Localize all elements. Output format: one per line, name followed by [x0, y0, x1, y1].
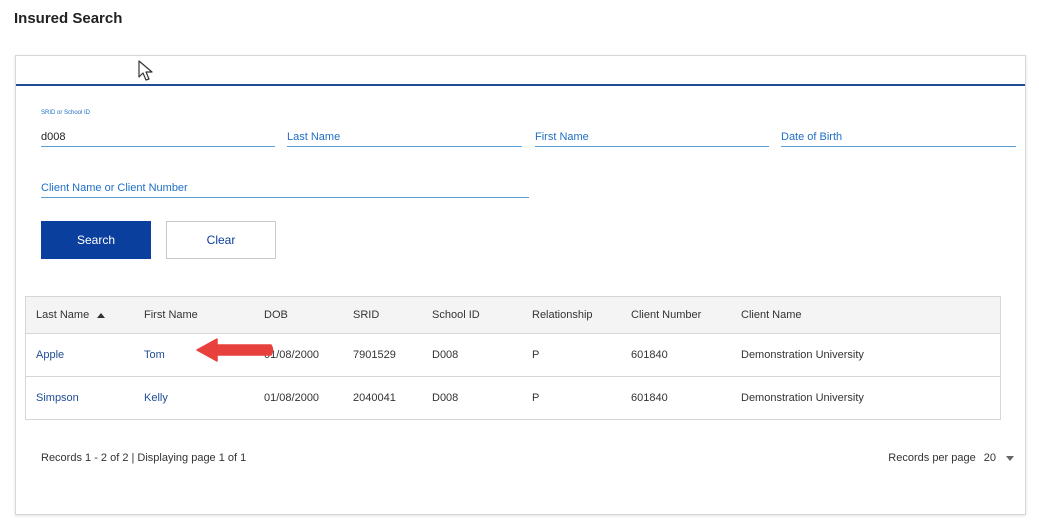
client-number-cell: 601840: [631, 392, 668, 404]
srid-cell: 2040041: [353, 392, 396, 404]
client-name-cell: Demonstration University: [741, 349, 864, 361]
date-of-birth-field[interactable]: Date of Birth: [781, 110, 1016, 147]
red-arrow-icon: [196, 338, 274, 362]
page-title: Insured Search: [14, 10, 123, 27]
first-name-link[interactable]: Kelly: [144, 377, 168, 419]
srid-field-label: SRID or School ID: [41, 110, 91, 116]
column-header-school-id[interactable]: School ID: [432, 297, 480, 333]
school-id-cell: D008: [432, 349, 459, 361]
table-header-row: Last Name First Name DOB SRID School ID …: [26, 297, 1000, 333]
first-name-field[interactable]: First Name: [535, 110, 769, 147]
first-name-placeholder: First Name: [535, 131, 589, 143]
first-name-link[interactable]: Tom: [144, 334, 165, 376]
records-per-page-select[interactable]: 20: [984, 452, 996, 464]
client-name-cell: Demonstration University: [741, 392, 864, 404]
mouse-pointer-icon: [138, 60, 153, 81]
school-id-cell: D008: [432, 392, 459, 404]
srid-field-value: d008: [41, 131, 66, 143]
records-per-page: Records per page 20: [888, 452, 1014, 464]
last-name-link[interactable]: Apple: [36, 334, 64, 376]
column-header-last-name[interactable]: Last Name: [36, 297, 106, 333]
search-button[interactable]: Search: [41, 221, 151, 259]
column-header-label: Last Name: [36, 309, 90, 321]
sort-ascending-icon: [97, 312, 106, 318]
date-of-birth-placeholder: Date of Birth: [781, 131, 843, 143]
chevron-down-icon[interactable]: [1006, 455, 1014, 461]
srid-field[interactable]: SRID or School ID d008: [41, 110, 275, 147]
column-header-dob[interactable]: DOB: [264, 297, 288, 333]
client-field[interactable]: Client Name or Client Number: [41, 160, 529, 198]
client-placeholder: Client Name or Client Number: [41, 182, 188, 194]
column-header-client-number[interactable]: Client Number: [631, 297, 701, 333]
column-header-srid[interactable]: SRID: [353, 297, 379, 333]
relationship-cell: P: [532, 392, 540, 404]
last-name-field[interactable]: Last Name: [287, 110, 522, 147]
records-per-page-label: Records per page: [888, 452, 976, 464]
last-name-link[interactable]: Simpson: [36, 377, 79, 419]
table-row: Apple Tom 01/08/2000 7901529 D008 P 6018…: [26, 333, 1000, 376]
results-table: Last Name First Name DOB SRID School ID …: [25, 296, 1001, 420]
dob-cell: 01/08/2000: [264, 392, 320, 404]
column-header-first-name[interactable]: First Name: [144, 297, 198, 333]
clear-button[interactable]: Clear: [166, 221, 276, 259]
srid-cell: 7901529: [353, 349, 396, 361]
table-row: Simpson Kelly 01/08/2000 2040041 D008 P …: [26, 376, 1000, 419]
last-name-placeholder: Last Name: [287, 131, 341, 143]
relationship-cell: P: [532, 349, 540, 361]
records-info: Records 1 - 2 of 2 | Displaying page 1 o…: [41, 452, 247, 464]
column-header-relationship[interactable]: Relationship: [532, 297, 593, 333]
column-header-client-name[interactable]: Client Name: [741, 297, 802, 333]
client-number-cell: 601840: [631, 349, 668, 361]
panel-topbar: [16, 56, 1025, 86]
